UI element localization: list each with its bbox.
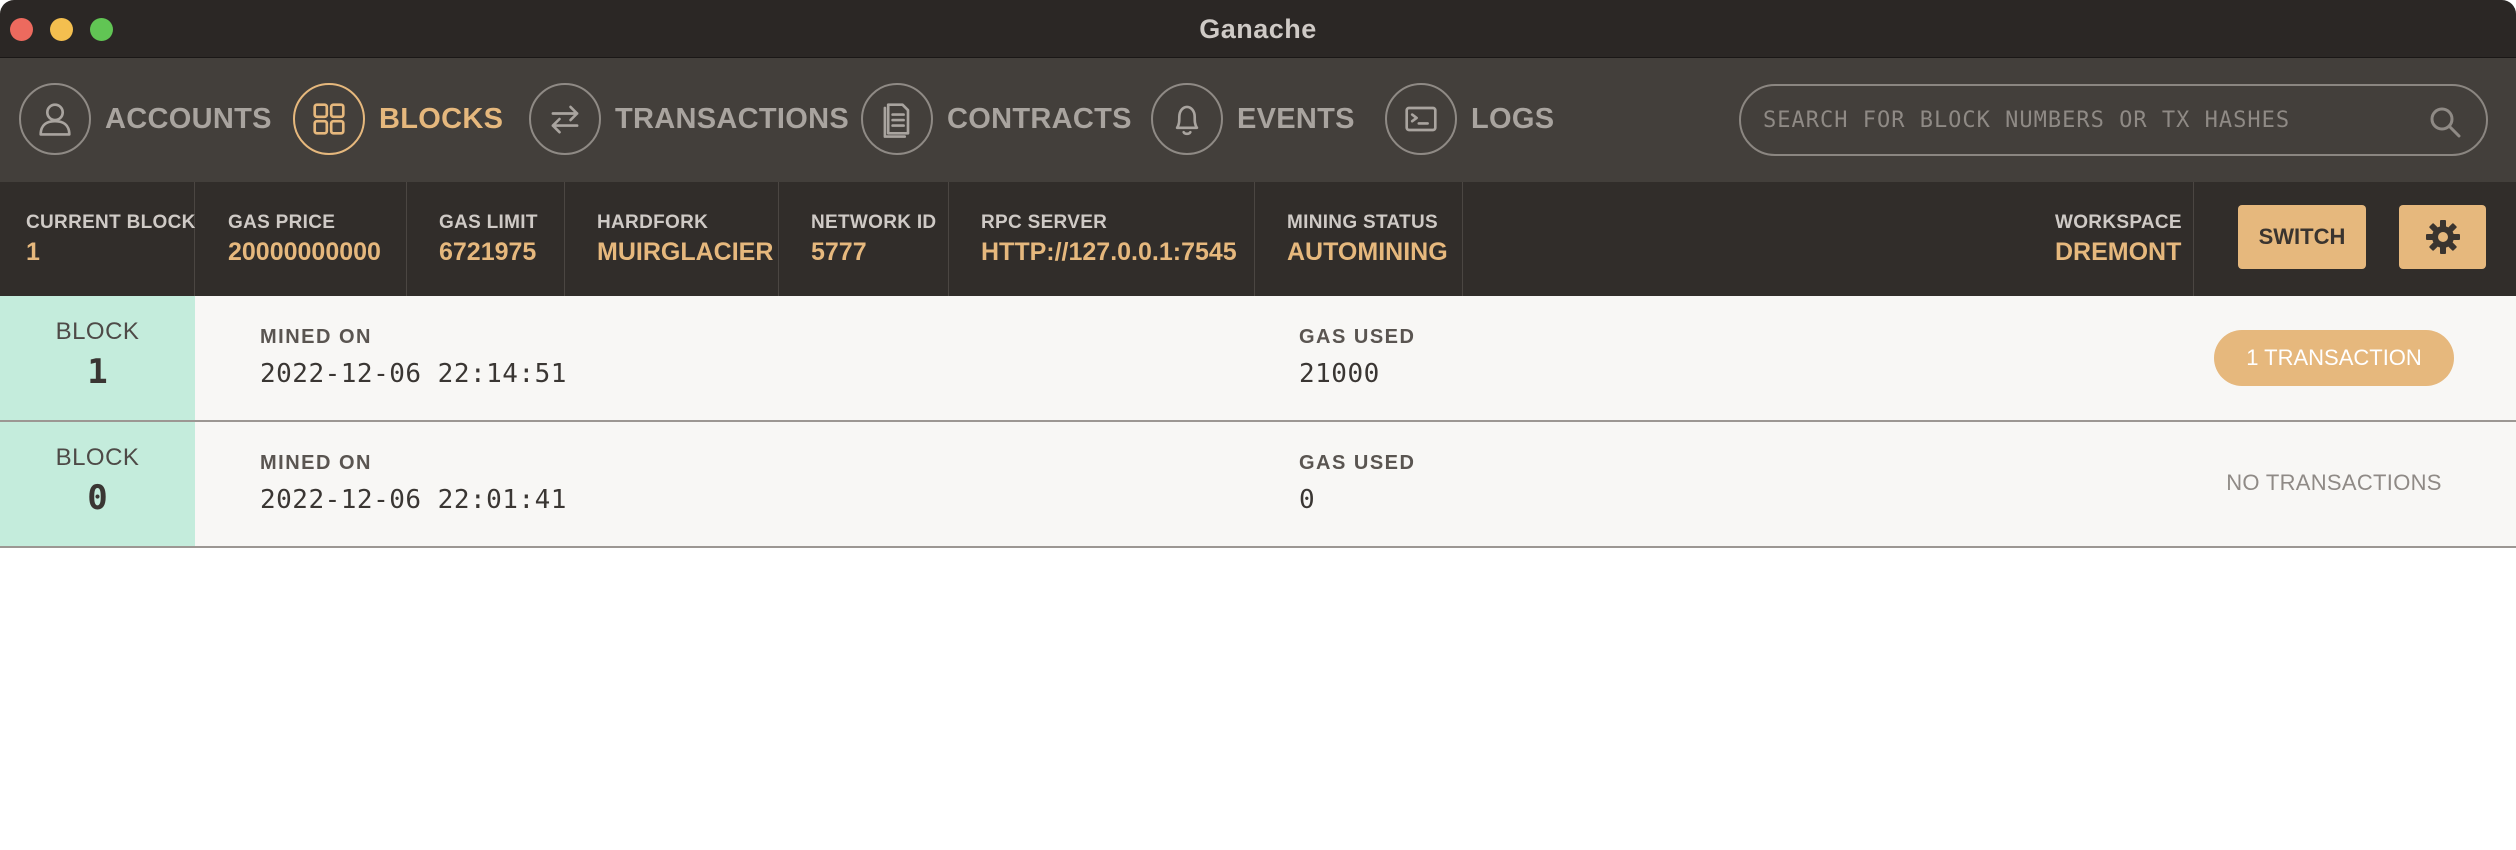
stat-mining-status: MINING STATUS AUTOMINING [1255, 182, 1463, 296]
nav-accounts-label: ACCOUNTS [105, 102, 272, 135]
no-transactions-label: NO TRANSACTIONS [2226, 470, 2442, 495]
mined-on-value: 2022-12-06 22:01:41 [260, 485, 567, 515]
mined-on-field: MINED ON 2022-12-06 22:14:51 [260, 326, 567, 389]
stat-label: MINING STATUS [1287, 212, 1438, 233]
nav-blocks[interactable]: BLOCKS [293, 82, 503, 156]
gear-icon [2425, 220, 2460, 254]
stat-value: DREMONT [2055, 238, 2182, 266]
window-title: Ganache [1199, 14, 1317, 44]
search-box [1739, 84, 2488, 156]
main-nav: ACCOUNTS BLOCKS TRANSACTIONS CONTRACTS E… [0, 58, 2516, 182]
nav-accounts[interactable]: ACCOUNTS [19, 82, 272, 156]
transaction-count-button[interactable]: 1 TRANSACTION [2214, 330, 2454, 386]
gas-used-label: GAS USED [1299, 452, 1416, 474]
stat-hardfork: HARDFORK MUIRGLACIER [565, 182, 779, 296]
nav-contracts-label: CONTRACTS [947, 102, 1132, 135]
gas-used-field: GAS USED 21000 [1299, 326, 1415, 389]
user-icon [19, 83, 91, 155]
stat-value: 5777 [811, 238, 867, 266]
gas-used-value: 21000 [1299, 359, 1380, 389]
gas-used-value: 0 [1299, 485, 1316, 515]
mined-on-field: MINED ON 2022-12-06 22:01:41 [260, 452, 567, 515]
stat-value: 20000000000 [228, 238, 381, 266]
stat-label: RPC SERVER [981, 212, 1108, 233]
block-number: 0 [87, 478, 108, 518]
stat-value: 1 [26, 238, 40, 266]
stat-value: MUIRGLACIER [597, 238, 774, 266]
nav-logs-label: LOGS [1471, 102, 1555, 135]
block-tag-label: BLOCK [55, 444, 140, 471]
search-icon[interactable] [2428, 105, 2462, 139]
settings-button[interactable] [2399, 205, 2486, 269]
nav-logs[interactable]: LOGS [1385, 82, 1554, 156]
search-input[interactable] [1763, 86, 2403, 154]
nav-transactions-label: TRANSACTIONS [615, 102, 849, 135]
block-number-tag: BLOCK 1 [0, 296, 195, 420]
status-bar: CURRENT BLOCK 1 GAS PRICE 20000000000 GA… [0, 182, 2516, 296]
stat-network-id: NETWORK ID 5777 [779, 182, 949, 296]
gas-used-field: GAS USED 0 [1299, 452, 1415, 515]
stat-label: NETWORK ID [811, 212, 937, 233]
stat-value: AUTOMINING [1287, 238, 1448, 266]
nav-events-label: EVENTS [1237, 102, 1355, 135]
stat-label: GAS LIMIT [439, 212, 538, 233]
grid-icon [293, 83, 365, 155]
bell-icon [1151, 83, 1223, 155]
nav-blocks-label: BLOCKS [379, 102, 504, 135]
block-tag-label: BLOCK [55, 318, 140, 345]
stat-gas-price: GAS PRICE 20000000000 [195, 182, 407, 296]
nav-events[interactable]: EVENTS [1151, 82, 1355, 156]
arrows-swap-icon [529, 83, 601, 155]
switch-workspace-button[interactable]: SWITCH [2238, 205, 2366, 269]
mined-on-label: MINED ON [260, 326, 372, 348]
stat-current-block: CURRENT BLOCK 1 [0, 182, 195, 296]
block-number: 1 [87, 352, 108, 392]
stat-rpc-server: RPC SERVER HTTP://127.0.0.1:7545 [949, 182, 1255, 296]
stat-label: GAS PRICE [228, 212, 336, 233]
stat-label: CURRENT BLOCK [26, 212, 196, 233]
mined-on-label: MINED ON [260, 452, 372, 474]
block-row[interactable]: BLOCK 1 MINED ON 2022-12-06 22:14:51 GAS… [0, 296, 2516, 422]
document-icon [861, 83, 933, 155]
stat-workspace: WORKSPACE DREMONT [2030, 182, 2194, 296]
nav-contracts[interactable]: CONTRACTS [861, 82, 1132, 156]
gas-used-label: GAS USED [1299, 326, 1416, 348]
block-row[interactable]: BLOCK 0 MINED ON 2022-12-06 22:01:41 GAS… [0, 422, 2516, 548]
mined-on-value: 2022-12-06 22:14:51 [260, 359, 567, 389]
stat-label: HARDFORK [597, 212, 709, 233]
terminal-icon [1385, 83, 1457, 155]
title-bar: Ganache [0, 0, 2516, 58]
stat-value: HTTP://127.0.0.1:7545 [981, 238, 1237, 266]
stat-value: 6721975 [439, 238, 537, 266]
stat-label: WORKSPACE [2055, 212, 2182, 233]
stat-gas-limit: GAS LIMIT 6721975 [407, 182, 565, 296]
block-number-tag: BLOCK 0 [0, 422, 195, 546]
nav-transactions[interactable]: TRANSACTIONS [529, 82, 849, 156]
